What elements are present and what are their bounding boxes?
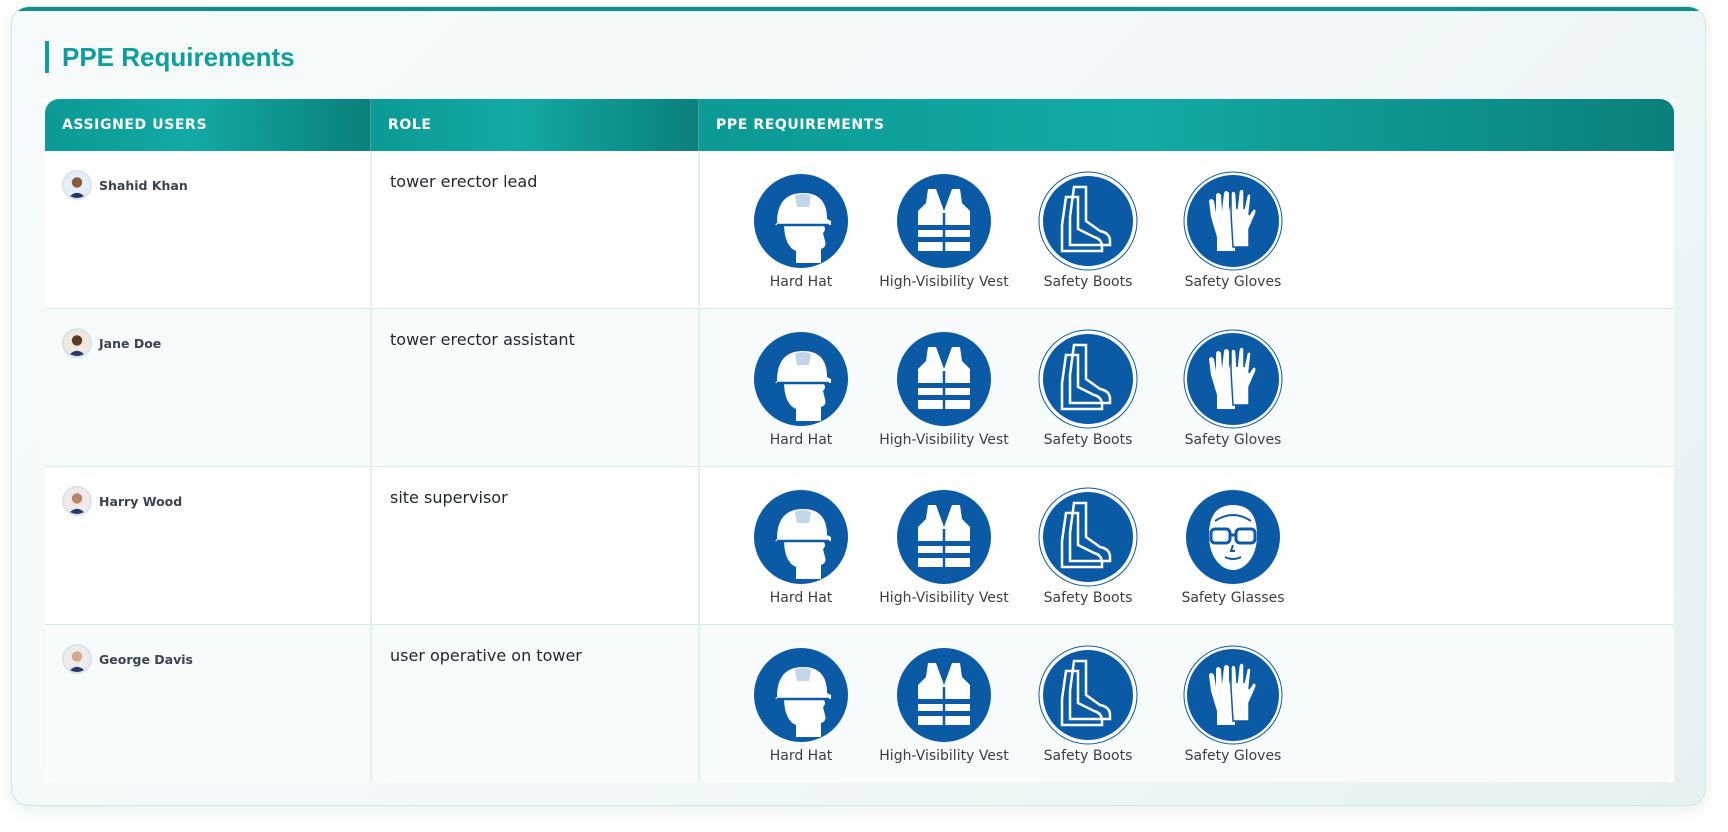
ppe-label: Safety Glasses [1181, 590, 1285, 606]
role-text: site supervisor [390, 488, 508, 507]
user-name: Harry Wood [99, 493, 183, 509]
high-visibility-vest-icon [894, 645, 994, 745]
user-name: Jane Doe [99, 335, 162, 351]
ppe-item-safety-boots: Safety Boots [1008, 329, 1168, 448]
ppe-label: Hard Hat [769, 432, 833, 448]
ppe-item-safety-boots: Safety Boots [1008, 171, 1168, 290]
ppe-label: Hard Hat [769, 274, 833, 290]
hard-hat-icon [751, 487, 851, 587]
ppe-label: Safety Boots [1043, 432, 1133, 448]
card-top-accent [12, 7, 1705, 11]
ppe-card: PPE Requirements ASSIGNED USERS ROLE PPE… [11, 6, 1706, 806]
ppe-label: Safety Boots [1043, 590, 1133, 606]
hard-hat-icon [751, 171, 851, 271]
ppe-item-high-visibility-vest: High-Visibility Vest [864, 487, 1024, 606]
ppe-item-safety-boots: Safety Boots [1008, 487, 1168, 606]
ppe-item-safety-gloves: Safety Gloves [1153, 329, 1313, 448]
cell-ppe-requirements: Hard Hat High-Visibility Vest Safety Boo… [698, 467, 1674, 625]
user-chip[interactable]: Shahid Khan [46, 152, 369, 200]
cell-role: tower erector assistant [370, 309, 698, 467]
table-row: Jane Doe tower erector assistant Hard Ha… [45, 309, 1674, 467]
safety-gloves-icon [1183, 329, 1283, 429]
ppe-table: ASSIGNED USERS ROLE PPE REQUIREMENTS Sha… [45, 99, 1674, 782]
role-text: user operative on tower [390, 646, 582, 665]
ppe-label: Safety Gloves [1184, 748, 1282, 764]
hard-hat-icon [751, 645, 851, 745]
role-text: tower erector assistant [390, 330, 575, 349]
high-visibility-vest-icon [894, 329, 994, 429]
table-row: Harry Wood site supervisor Hard Hat High… [45, 467, 1674, 625]
header-assigned-users[interactable]: ASSIGNED USERS [45, 99, 370, 151]
ppe-item-hard-hat: Hard Hat [721, 329, 881, 448]
ppe-item-hard-hat: Hard Hat [721, 487, 881, 606]
ppe-item-safety-glasses: Safety Glasses [1153, 487, 1313, 606]
table-row: Shahid Khan tower erector lead Hard Hat [45, 151, 1674, 309]
avatar [62, 170, 92, 200]
safety-gloves-icon [1183, 645, 1283, 745]
user-chip[interactable]: George Davis [46, 626, 369, 674]
ppe-item-safety-boots: Safety Boots [1008, 645, 1168, 764]
hard-hat-icon [751, 329, 851, 429]
cell-assigned-user: Harry Wood [45, 467, 370, 625]
avatar [62, 486, 92, 516]
cell-ppe-requirements: Hard Hat High-Visibility Vest Safety Boo… [698, 151, 1674, 309]
ppe-label: High-Visibility Vest [879, 748, 1009, 764]
header-role[interactable]: ROLE [370, 99, 698, 151]
ppe-label: High-Visibility Vest [879, 590, 1009, 606]
high-visibility-vest-icon [894, 487, 994, 587]
ppe-item-hard-hat: Hard Hat [721, 645, 881, 764]
ppe-item-high-visibility-vest: High-Visibility Vest [864, 329, 1024, 448]
user-name: Shahid Khan [99, 177, 188, 193]
safety-boots-icon [1038, 645, 1138, 745]
page-title: PPE Requirements [45, 41, 295, 73]
safety-glasses-icon [1183, 487, 1283, 587]
cell-assigned-user: Jane Doe [45, 309, 370, 467]
ppe-item-high-visibility-vest: High-Visibility Vest [864, 645, 1024, 764]
cell-ppe-requirements: Hard Hat High-Visibility Vest Safety Boo… [698, 309, 1674, 467]
safety-boots-icon [1038, 171, 1138, 271]
user-chip[interactable]: Harry Wood [46, 468, 369, 516]
ppe-label: Hard Hat [769, 748, 833, 764]
high-visibility-vest-icon [894, 171, 994, 271]
safety-gloves-icon [1183, 171, 1283, 271]
ppe-label: Safety Gloves [1184, 274, 1282, 290]
cell-role: tower erector lead [370, 151, 698, 309]
cell-role: user operative on tower [370, 625, 698, 782]
table-header-row: ASSIGNED USERS ROLE PPE REQUIREMENTS [45, 99, 1674, 151]
ppe-item-high-visibility-vest: High-Visibility Vest [864, 171, 1024, 290]
cell-assigned-user: Shahid Khan [45, 151, 370, 309]
user-name: George Davis [99, 651, 193, 667]
avatar [62, 644, 92, 674]
ppe-item-safety-gloves: Safety Gloves [1153, 171, 1313, 290]
ppe-label: High-Visibility Vest [879, 274, 1009, 290]
ppe-label: Safety Gloves [1184, 432, 1282, 448]
table-row: George Davis user operative on tower Har… [45, 625, 1674, 782]
cell-ppe-requirements: Hard Hat High-Visibility Vest Safety Boo… [698, 625, 1674, 782]
ppe-label: Hard Hat [769, 590, 833, 606]
safety-boots-icon [1038, 329, 1138, 429]
cell-role: site supervisor [370, 467, 698, 625]
ppe-label: Safety Boots [1043, 748, 1133, 764]
role-text: tower erector lead [390, 172, 538, 191]
cell-assigned-user: George Davis [45, 625, 370, 782]
user-chip[interactable]: Jane Doe [46, 310, 369, 358]
ppe-label: High-Visibility Vest [879, 432, 1009, 448]
header-ppe-requirements[interactable]: PPE REQUIREMENTS [698, 99, 1674, 151]
safety-boots-icon [1038, 487, 1138, 587]
ppe-item-hard-hat: Hard Hat [721, 171, 881, 290]
avatar [62, 328, 92, 358]
ppe-label: Safety Boots [1043, 274, 1133, 290]
ppe-item-safety-gloves: Safety Gloves [1153, 645, 1313, 764]
